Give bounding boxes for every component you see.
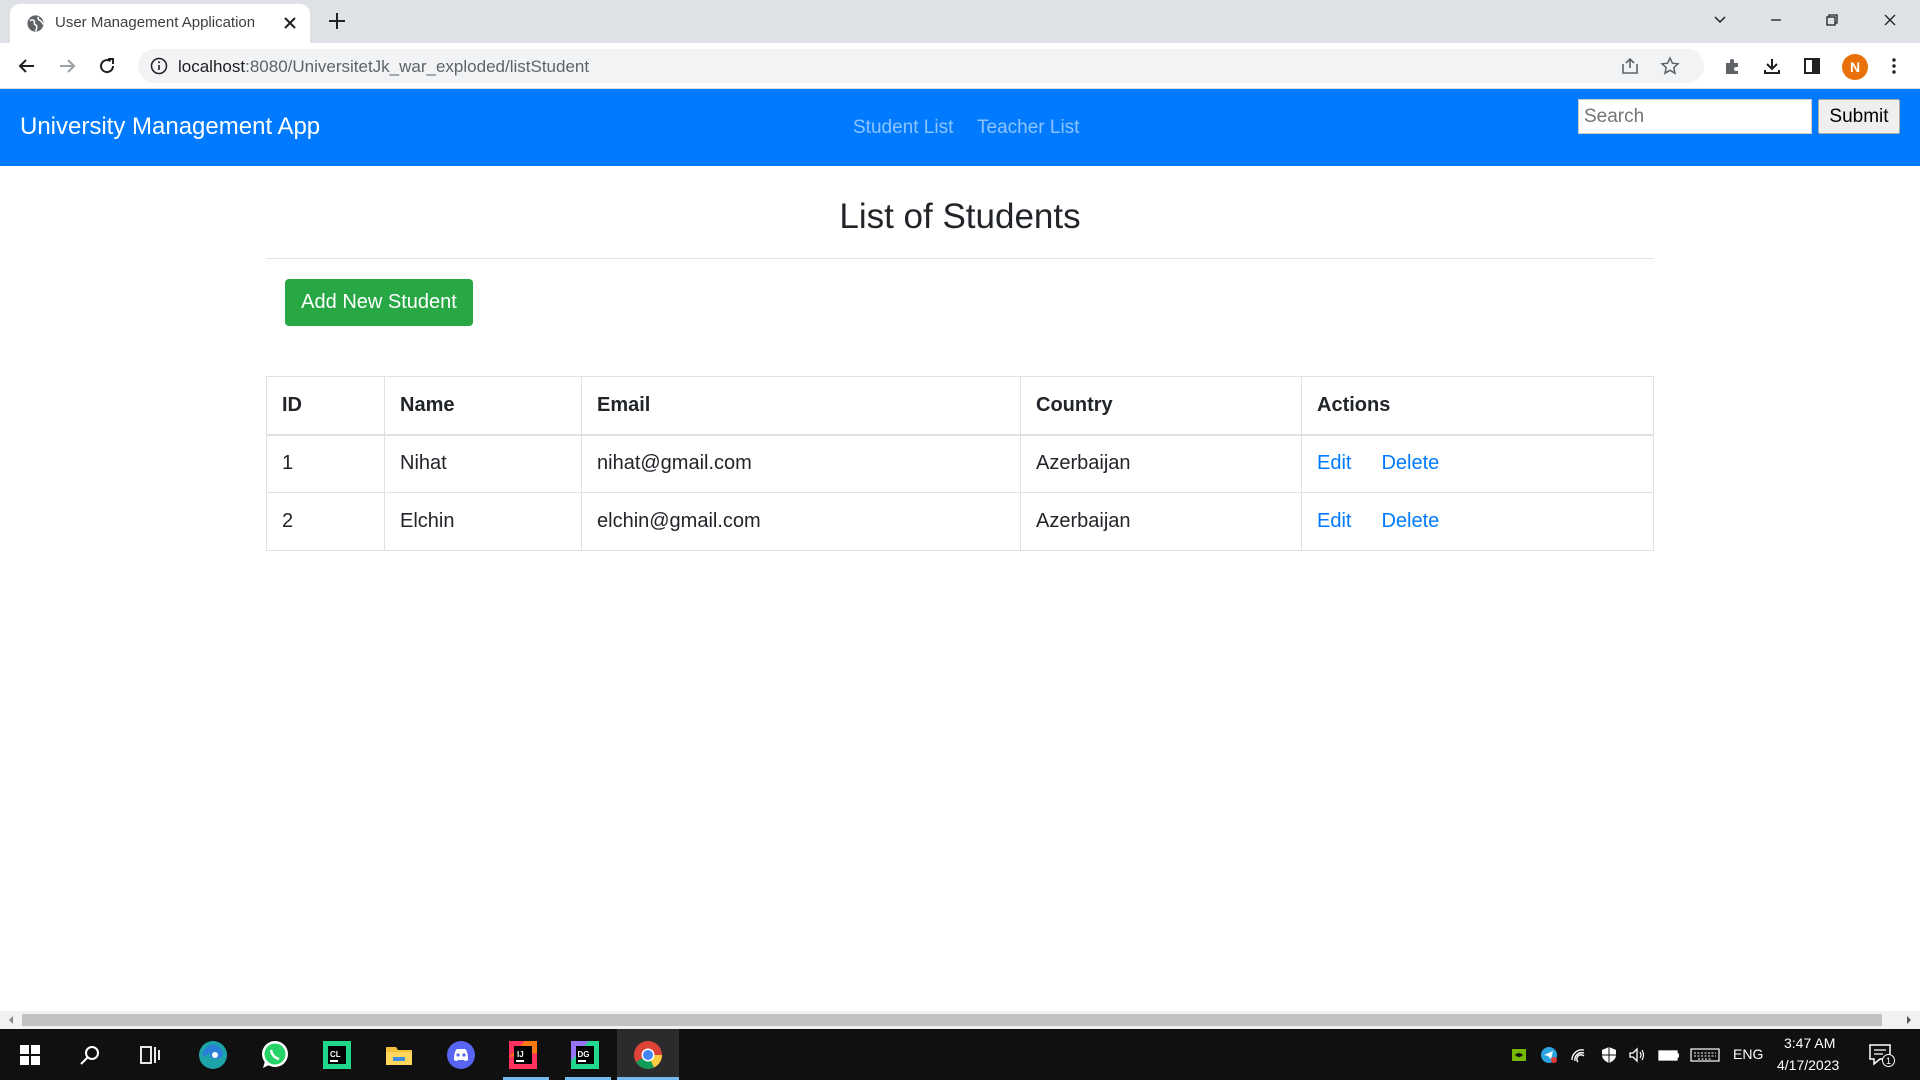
column-header-country: Country <box>1020 376 1302 436</box>
share-icon[interactable] <box>1620 56 1640 76</box>
download-icon[interactable] <box>1760 54 1784 78</box>
title-divider <box>266 258 1654 259</box>
tab-search-icon[interactable] <box>1692 0 1748 40</box>
cell-email: elchin@gmail.com <box>581 492 1021 551</box>
delete-link[interactable]: Delete <box>1381 510 1439 532</box>
column-header-name: Name <box>384 376 582 436</box>
delete-link[interactable]: Delete <box>1381 452 1439 474</box>
table-row: 2 Elchin elchin@gmail.com Azerbaijan Edi… <box>266 492 1654 551</box>
search-input[interactable] <box>1578 99 1812 134</box>
browser-toolbar: localhost:8080/UniversitetJk_war_explode… <box>0 43 1920 89</box>
cell-country: Azerbaijan <box>1020 492 1302 551</box>
navbar-brand[interactable]: University Management App <box>20 113 320 141</box>
browser-tab[interactable]: User Management Application <box>10 4 310 43</box>
profile-avatar[interactable]: N <box>1842 54 1868 80</box>
scroll-right-icon[interactable] <box>1904 1015 1914 1025</box>
back-icon[interactable] <box>15 54 39 78</box>
column-header-actions: Actions <box>1301 376 1654 436</box>
telegram-icon[interactable] <box>1540 1046 1558 1064</box>
horizontal-scrollbar[interactable] <box>0 1011 1920 1029</box>
students-table: ID Name Email Country Actions 1 Nihat ni… <box>266 376 1654 551</box>
edit-link[interactable]: Edit <box>1317 452 1351 474</box>
datagrip-icon[interactable]: DG <box>567 1037 603 1073</box>
language-indicator[interactable]: ENG <box>1733 1046 1763 1062</box>
cell-id: 1 <box>266 434 385 493</box>
column-header-email: Email <box>581 376 1021 436</box>
tab-title: User Management Application <box>55 14 256 31</box>
restore-icon[interactable] <box>1804 0 1860 40</box>
site-info-icon[interactable] <box>150 57 168 75</box>
cell-actions: Edit Delete <box>1301 434 1654 493</box>
cell-actions: Edit Delete <box>1301 492 1654 551</box>
search-icon[interactable] <box>72 1037 108 1073</box>
app-navbar: University Management App Student List T… <box>0 89 1920 166</box>
edge-icon[interactable] <box>195 1037 231 1073</box>
scrollbar-thumb[interactable] <box>22 1014 1882 1026</box>
cell-country: Azerbaijan <box>1020 434 1302 493</box>
svg-text:IJ: IJ <box>517 1050 524 1059</box>
cell-email: nihat@gmail.com <box>581 434 1021 493</box>
reload-icon[interactable] <box>95 54 119 78</box>
table-header-row: ID Name Email Country Actions <box>266 376 1654 436</box>
edit-link[interactable]: Edit <box>1317 510 1351 532</box>
globe-icon <box>27 15 44 32</box>
nav-link-teacher-list[interactable]: Teacher List <box>977 117 1079 139</box>
page-title: List of Students <box>839 197 1081 236</box>
nav-link-student-list[interactable]: Student List <box>853 117 953 139</box>
notification-count-badge: 1 <box>1882 1054 1895 1067</box>
add-student-button[interactable]: Add New Student <box>285 279 473 326</box>
discord-icon[interactable] <box>443 1037 479 1073</box>
clock-time[interactable]: 3:47 AM <box>1784 1035 1835 1051</box>
side-panel-icon[interactable] <box>1800 54 1824 78</box>
nvidia-icon[interactable] <box>1510 1046 1528 1064</box>
intellij-icon[interactable]: IJ <box>505 1037 541 1073</box>
windows-taskbar: CL IJ DG ENG 3:47 AM 4/17/2023 1 <box>0 1029 1920 1080</box>
window-close-icon[interactable] <box>1862 0 1918 40</box>
clion-icon[interactable]: CL <box>319 1037 355 1073</box>
submit-button[interactable]: Submit <box>1818 99 1900 134</box>
volume-icon[interactable] <box>1628 1046 1646 1064</box>
browser-tabstrip: User Management Application <box>0 0 1920 43</box>
whatsapp-icon[interactable] <box>257 1037 293 1073</box>
cell-name: Elchin <box>384 492 582 551</box>
windows-start-icon[interactable] <box>12 1037 48 1073</box>
notification-center[interactable]: 1 <box>1868 1042 1895 1068</box>
column-header-id: ID <box>266 376 385 436</box>
forward-icon[interactable] <box>55 54 79 78</box>
scroll-left-icon[interactable] <box>6 1015 16 1025</box>
table-row: 1 Nihat nihat@gmail.com Azerbaijan Edit D… <box>266 434 1654 493</box>
close-icon[interactable] <box>280 13 300 33</box>
keyboard-icon[interactable] <box>1690 1046 1720 1064</box>
clock-date[interactable]: 4/17/2023 <box>1777 1057 1839 1073</box>
url-text: localhost:8080/UniversitetJk_war_explode… <box>178 57 590 76</box>
svg-text:CL: CL <box>330 1050 341 1059</box>
svg-text:DG: DG <box>578 1050 590 1059</box>
security-shield-icon[interactable] <box>1600 1046 1618 1064</box>
wifi-icon[interactable] <box>1570 1046 1588 1064</box>
minimize-icon[interactable] <box>1748 0 1804 40</box>
task-view-icon[interactable] <box>132 1037 168 1073</box>
chrome-icon[interactable] <box>630 1037 666 1073</box>
address-bar[interactable]: localhost:8080/UniversitetJk_war_explode… <box>138 49 1704 83</box>
battery-icon[interactable] <box>1658 1046 1680 1064</box>
cell-id: 2 <box>266 492 385 551</box>
bookmark-star-icon[interactable] <box>1660 56 1680 76</box>
file-explorer-icon[interactable] <box>381 1037 417 1073</box>
menu-kebab-icon[interactable] <box>1882 54 1906 78</box>
cell-name: Nihat <box>384 434 582 493</box>
extensions-icon[interactable] <box>1720 54 1744 78</box>
new-tab-icon[interactable] <box>325 9 349 33</box>
